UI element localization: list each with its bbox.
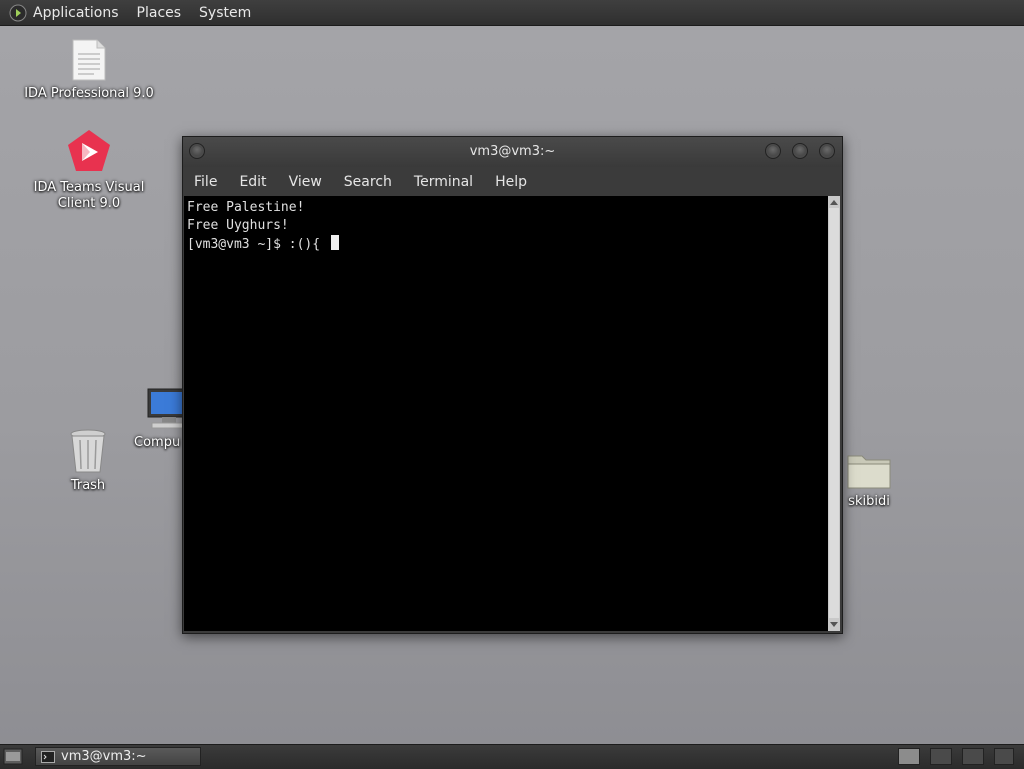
desktop-icon-label: IDA Professional 9.0 (24, 86, 154, 101)
desktop-icon-label: IDA Teams Visual Client 9.0 (33, 180, 145, 211)
menu-view[interactable]: View (278, 171, 333, 193)
trash-icon (70, 429, 106, 473)
menu-search[interactable]: Search (333, 171, 403, 193)
computer-icon (147, 388, 188, 429)
places-menu[interactable]: Places (137, 5, 182, 21)
menu-edit[interactable]: Edit (228, 171, 277, 193)
workspace-1[interactable] (898, 748, 920, 765)
terminal-line: Free Palestine! (187, 200, 305, 215)
workspace-4[interactable] (994, 748, 1014, 765)
workspace-3[interactable] (962, 748, 984, 765)
show-desktop-icon[interactable] (3, 748, 23, 765)
document-icon (72, 39, 106, 81)
desktop-icon-label: skibidi (848, 494, 890, 509)
terminal-scrollbar[interactable] (828, 196, 840, 631)
terminal-menubar: File Edit View Search Terminal Help (183, 171, 538, 193)
taskbar-button-terminal[interactable]: vm3@vm3:~ (35, 747, 201, 766)
workspace-2[interactable] (930, 748, 952, 765)
close-button[interactable] (819, 143, 835, 159)
menu-file[interactable]: File (183, 171, 228, 193)
desktop-icon-ida-professional[interactable]: IDA Professional 9.0 (22, 38, 156, 102)
terminal-icon (41, 750, 55, 763)
bottom-panel: vm3@vm3:~ (0, 744, 1024, 769)
window-title: vm3@vm3:~ (469, 144, 556, 159)
scrollbar-thumb[interactable] (829, 208, 839, 618)
desktop-icon-label: Trash (70, 478, 106, 493)
menu-help[interactable]: Help (484, 171, 538, 193)
top-panel: Applications Places System (0, 0, 1024, 26)
folder-icon (847, 455, 891, 489)
taskbar-button-label: vm3@vm3:~ (61, 749, 147, 764)
desktop-icon-skibidi-folder[interactable]: skibidi (838, 450, 900, 510)
system-menu[interactable]: System (199, 5, 251, 21)
minimize-button[interactable] (765, 143, 781, 159)
menu-terminal[interactable]: Terminal (403, 171, 484, 193)
terminal-prompt: [vm3@vm3 ~]$ :(){ (187, 237, 328, 252)
maximize-button[interactable] (792, 143, 808, 159)
window-titlebar[interactable]: vm3@vm3:~ (183, 137, 842, 167)
gnome-foot-icon[interactable] (9, 4, 27, 22)
terminal-output[interactable]: Free Palestine! Free Uyghurs! [vm3@vm3 ~… (184, 196, 828, 631)
applications-menu[interactable]: Applications (33, 5, 119, 21)
desktop-icon-trash[interactable]: Trash (53, 428, 123, 494)
terminal-prompt-line[interactable]: [vm3@vm3 ~]$ :(){ (187, 235, 828, 254)
ida-teams-icon (68, 130, 110, 171)
text-cursor (330, 235, 339, 250)
scroll-up-icon[interactable] (830, 200, 838, 205)
desktop-icon-label: Compu (134, 435, 181, 450)
terminal-line: Free Uyghurs! (187, 218, 289, 233)
desktop-icon-ida-teams[interactable]: IDA Teams Visual Client 9.0 (30, 128, 148, 212)
terminal-window[interactable]: vm3@vm3:~ File Edit View Search Terminal… (182, 136, 843, 634)
scroll-down-icon[interactable] (830, 622, 838, 627)
